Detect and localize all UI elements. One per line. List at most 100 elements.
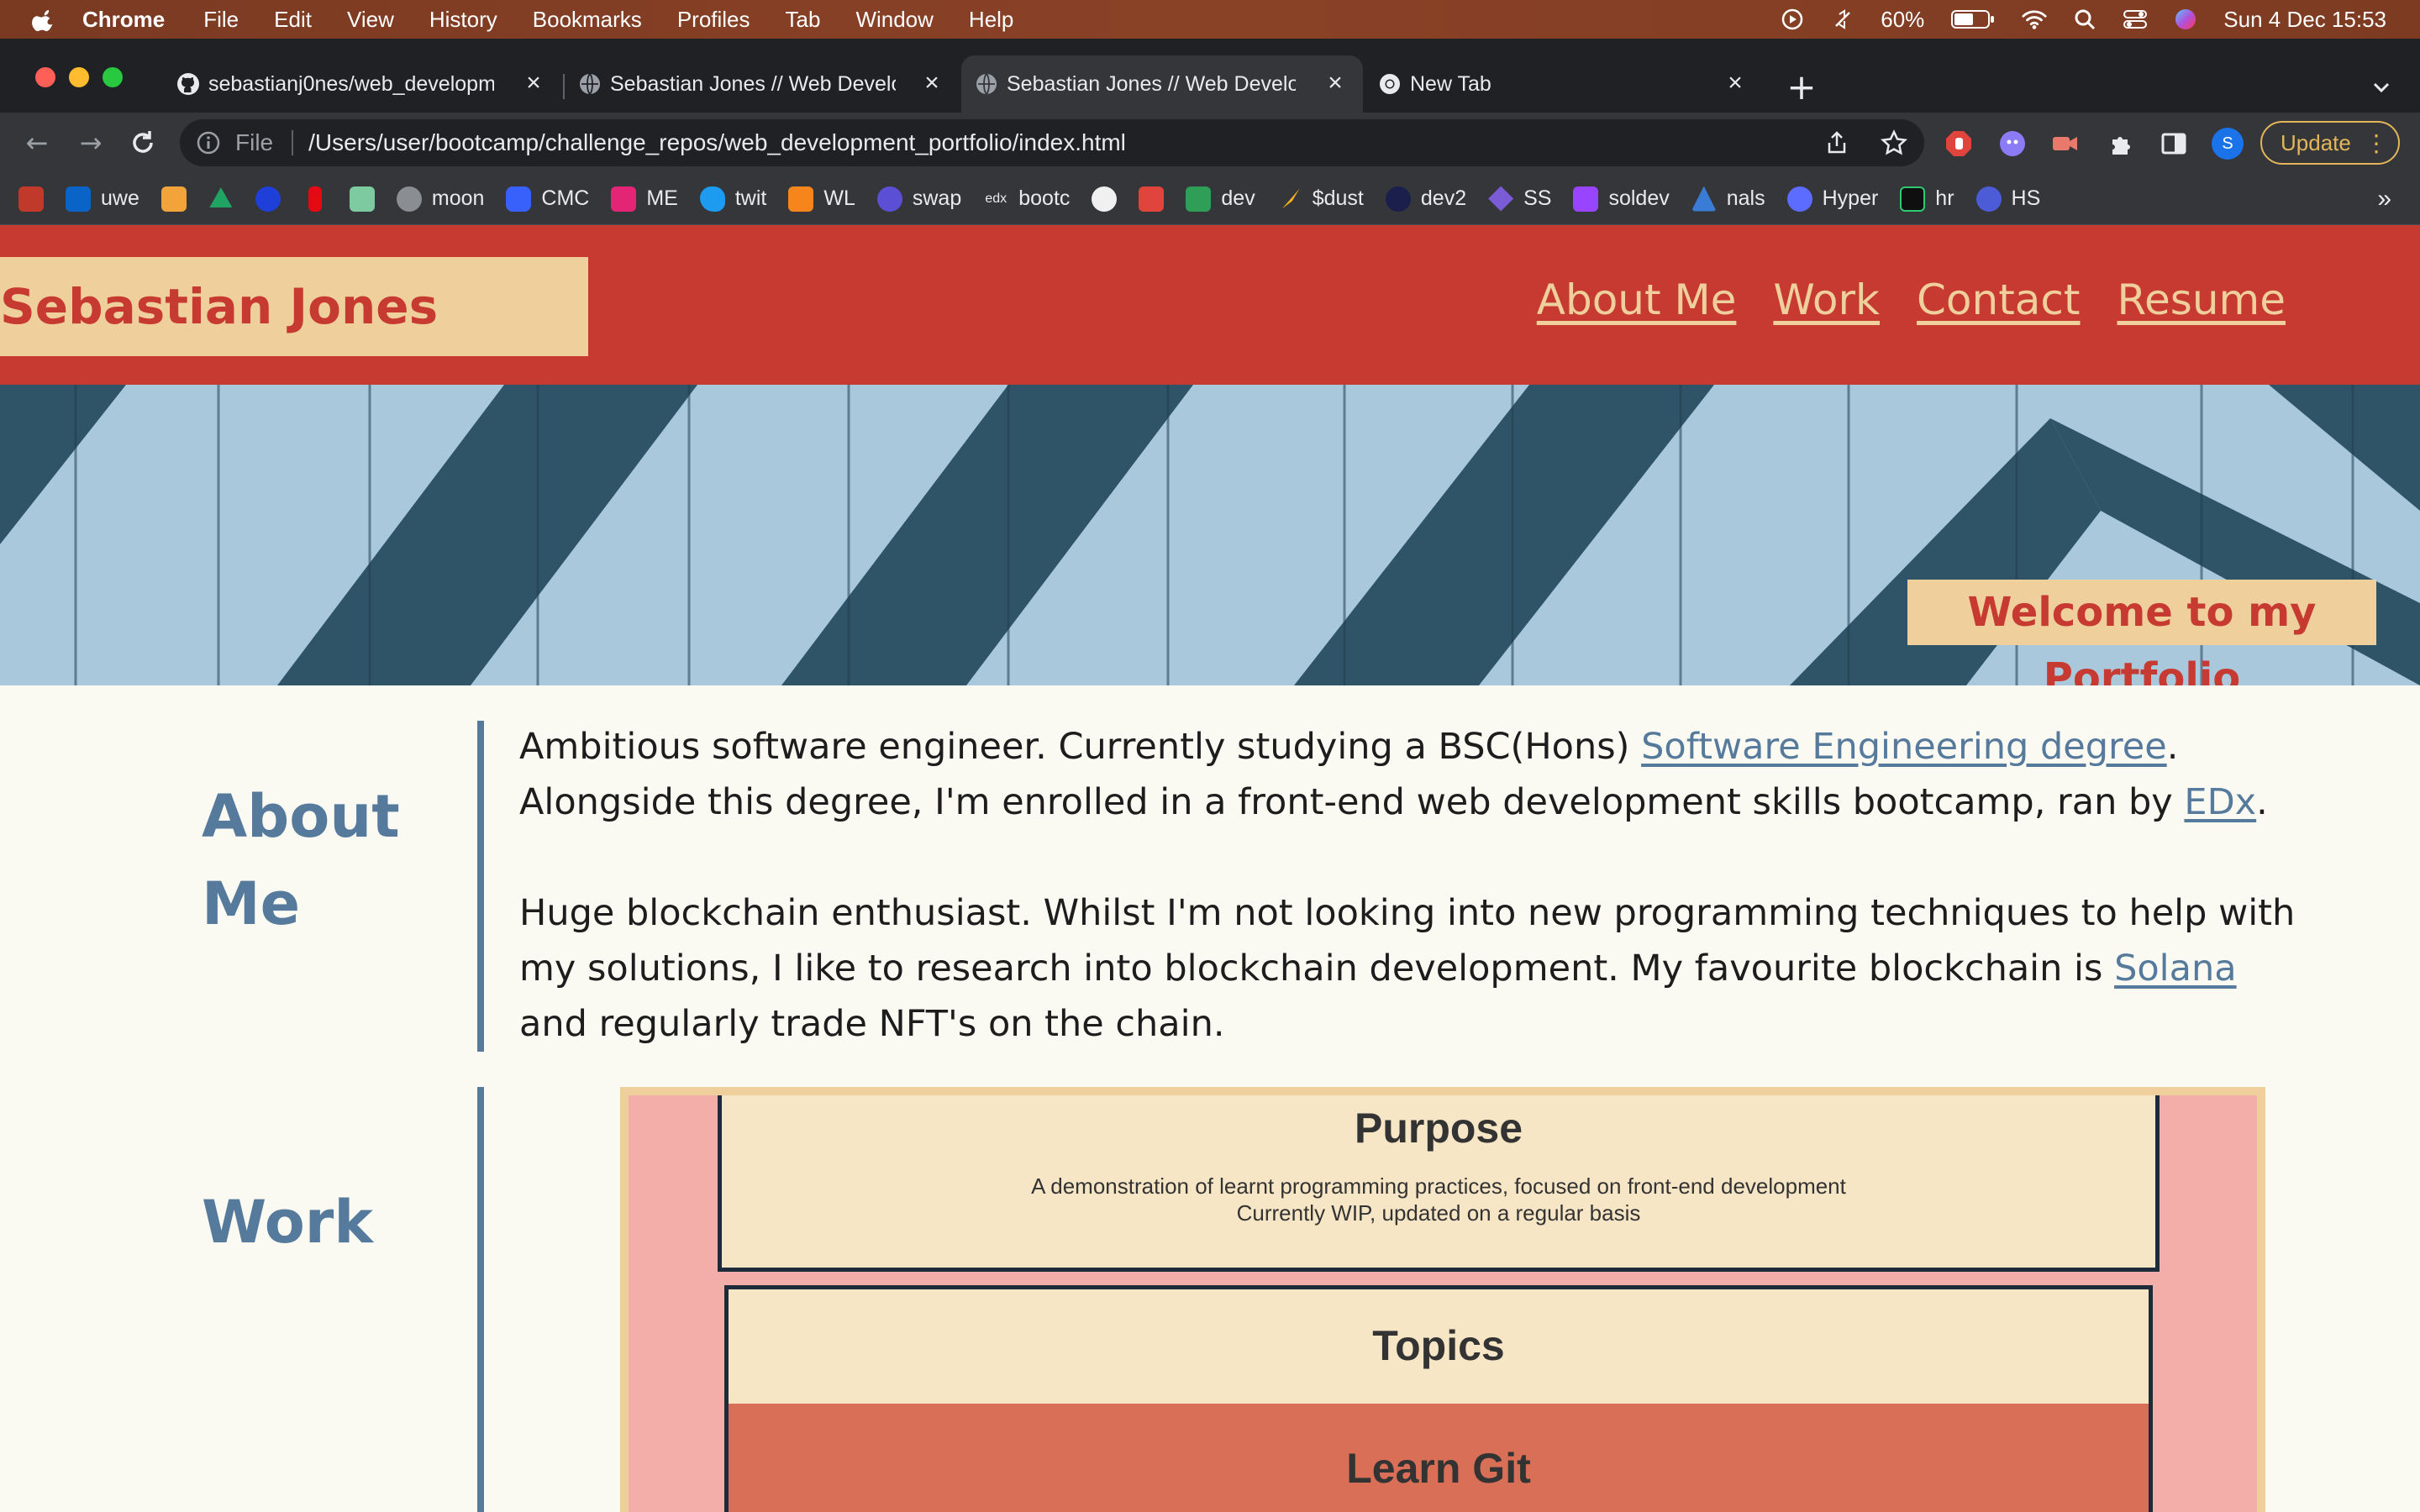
spotlight-search-icon[interactable] <box>2072 7 2097 32</box>
menu-history[interactable]: History <box>429 7 497 33</box>
solana-link[interactable]: Solana <box>2114 948 2237 990</box>
globe-icon <box>396 186 422 212</box>
bookmark-nals[interactable]: nals <box>1691 186 1765 212</box>
forward-arrow-icon[interactable]: → <box>74 126 108 160</box>
bookmark-dev[interactable]: dev <box>1186 186 1255 212</box>
web-page: Sebastian Jones About Me Work Contact Re… <box>0 225 2420 1512</box>
extension-ghost-icon[interactable] <box>1998 129 2027 158</box>
window-minimize-button[interactable] <box>69 67 89 87</box>
extensions-puzzle-icon[interactable] <box>2107 129 2136 158</box>
bookmark-uwe[interactable]: uwe <box>66 186 139 212</box>
back-arrow-icon[interactable]: ← <box>20 126 54 160</box>
address-bar[interactable]: File /Users/user/bootcamp/challenge_repo… <box>180 119 1924 166</box>
topic-learn-git[interactable]: Learn Git <box>729 1404 2149 1512</box>
siri-icon[interactable] <box>2173 7 2198 32</box>
bookmark-label: nals <box>1726 186 1765 210</box>
mute-icon[interactable] <box>1830 7 1855 32</box>
bookmark-drive[interactable] <box>208 186 234 212</box>
update-button-label: Update <box>2281 129 2351 155</box>
bookmark-moon[interactable]: moon <box>396 186 484 212</box>
bookmark-ss[interactable]: SS <box>1488 186 1551 212</box>
profile-avatar[interactable]: S <box>2212 128 2244 160</box>
reload-icon[interactable] <box>128 128 158 158</box>
share-icon[interactable] <box>1823 129 1850 156</box>
edx-link[interactable]: EDx <box>2184 781 2256 823</box>
bookmark-wl[interactable]: WL <box>788 186 855 212</box>
bookmark-cmc[interactable]: CMC <box>506 186 589 212</box>
wifi-icon[interactable] <box>2022 7 2047 32</box>
bookmark-hs[interactable]: HS <box>1975 186 2040 212</box>
bookmark-swap[interactable]: swap <box>876 186 961 212</box>
window-close-button[interactable] <box>35 67 55 87</box>
bookmark-label: uwe <box>101 186 139 210</box>
bookmark-cube[interactable] <box>349 186 375 212</box>
bookmark-uwe-logo[interactable] <box>18 186 44 212</box>
site-info-icon[interactable] <box>195 129 222 156</box>
tab-close-icon[interactable]: × <box>1723 71 1748 96</box>
extension-adblock-icon[interactable] <box>1944 129 1973 158</box>
extension-record-icon[interactable] <box>2050 129 2079 158</box>
edx-icon: edx <box>983 186 1009 212</box>
bookmark-soldev[interactable]: soldev <box>1573 186 1670 212</box>
tab-search-chevron-down-icon[interactable] <box>2370 76 2393 99</box>
menu-tab[interactable]: Tab <box>786 7 821 33</box>
purpose-line-2: Currently WIP, updated on a regular basi… <box>1236 1200 1641 1226</box>
topics-title: Topics <box>1372 1322 1505 1369</box>
more-menu-icon[interactable]: ⋮ <box>2365 129 2388 157</box>
globe-favicon-icon <box>580 73 600 95</box>
nav-link-work[interactable]: Work <box>1773 276 1880 324</box>
menu-view[interactable]: View <box>347 7 394 33</box>
browser-tab-github[interactable]: sebastianj0nes/web_developm × <box>163 55 561 113</box>
chrome-update-button[interactable]: Update ⋮ <box>2260 121 2400 165</box>
tab-close-icon[interactable]: × <box>1323 71 1348 96</box>
hr-icon <box>1900 186 1926 212</box>
bookmarks-overflow-chevron-icon[interactable]: » <box>2377 185 2391 213</box>
bookmark-dev2[interactable]: dev2 <box>1385 186 1466 212</box>
nav-link-resume[interactable]: Resume <box>2118 276 2286 324</box>
browser-tab-new-tab[interactable]: New Tab × <box>1365 55 1763 113</box>
site-header: Sebastian Jones About Me Work Contact Re… <box>0 225 2420 385</box>
apple-menu-icon[interactable] <box>32 7 57 32</box>
bookmark-twit[interactable]: twit <box>699 186 766 212</box>
menubar-datetime[interactable]: Sun 4 Dec 15:53 <box>2223 7 2386 33</box>
browser-tab-portfolio-1[interactable]: Sebastian Jones // Web Develo × <box>565 55 960 113</box>
bookmark-bootc[interactable]: edx bootc <box>983 186 1070 212</box>
menu-file[interactable]: File <box>203 7 239 33</box>
tab-title: New Tab <box>1410 71 1491 96</box>
menu-edit[interactable]: Edit <box>274 7 312 33</box>
site-brand[interactable]: Sebastian Jones <box>0 257 588 356</box>
bookmark-hr[interactable]: hr <box>1900 186 1954 212</box>
bookmark-star-icon[interactable] <box>1881 129 1907 156</box>
purpose-description: A demonstration of learnt programming pr… <box>722 1173 2155 1226</box>
control-center-icon[interactable] <box>2123 7 2148 32</box>
nav-link-about-me[interactable]: About Me <box>1537 276 1737 324</box>
bookmark-me[interactable]: ME <box>611 186 678 212</box>
bookmark-label: WL <box>823 186 855 210</box>
tab-close-icon[interactable]: × <box>521 71 546 96</box>
bookmark-hyper[interactable]: Hyper <box>1786 186 1878 212</box>
menu-app-name[interactable]: Chrome <box>82 7 165 33</box>
menu-help[interactable]: Help <box>969 7 1013 33</box>
bookmark-blue[interactable] <box>255 186 281 212</box>
tab-close-icon[interactable]: × <box>919 71 944 96</box>
about-paragraph-2: Huge blockchain enthusiast. Whilst I'm n… <box>519 885 2301 1052</box>
battery-percent: 60% <box>1881 6 1925 32</box>
bookmark-github[interactable] <box>1092 186 1118 212</box>
nav-link-contact[interactable]: Contact <box>1917 276 2081 324</box>
menu-window[interactable]: Window <box>855 7 933 33</box>
bookmark-dust[interactable]: $dust <box>1277 186 1364 212</box>
software-engineering-degree-link[interactable]: Software Engineering degree <box>1641 726 2167 768</box>
battery-icon[interactable] <box>1949 7 1996 32</box>
bookmark-red-app[interactable] <box>1139 186 1165 212</box>
media-play-icon[interactable] <box>1780 7 1805 32</box>
bookmark-notes[interactable] <box>160 186 187 212</box>
address-url-text[interactable]: /Users/user/bootcamp/challenge_repos/web… <box>308 129 1126 156</box>
side-panel-icon[interactable] <box>2160 129 2188 158</box>
bookmark-label: SS <box>1523 186 1552 210</box>
window-zoom-button[interactable] <box>103 67 123 87</box>
menu-bookmarks[interactable]: Bookmarks <box>533 7 642 33</box>
bookmark-netflix[interactable] <box>302 186 328 212</box>
browser-tab-portfolio-active[interactable]: Sebastian Jones // Web Develo × <box>961 55 1363 113</box>
menu-profiles[interactable]: Profiles <box>677 7 750 33</box>
new-tab-plus-icon[interactable]: + <box>1785 70 1818 105</box>
